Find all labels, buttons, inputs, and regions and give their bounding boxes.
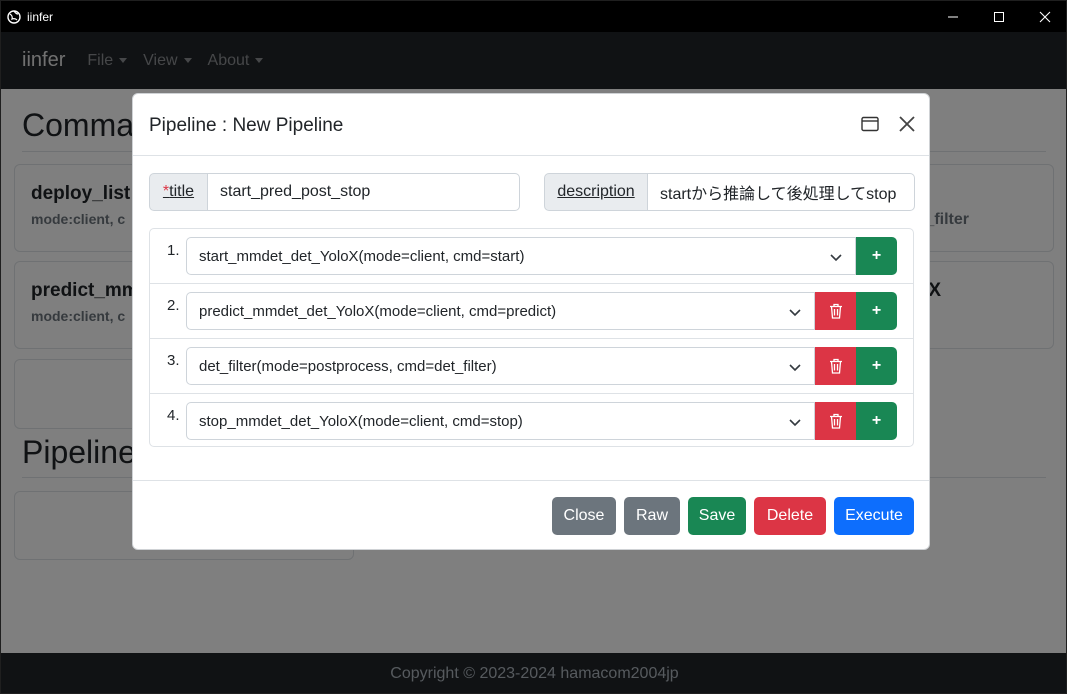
list-item: 2. predict_mmdet_det_YoloX(mode=client, … bbox=[150, 284, 913, 339]
pipeline-step-list: 1. start_mmdet_det_YoloX(mode=client, cm… bbox=[149, 228, 914, 447]
description-label: description bbox=[544, 173, 648, 211]
trash-icon bbox=[829, 413, 842, 429]
add-step-button[interactable]: + bbox=[856, 347, 897, 385]
title-input-group: * title start_pred_post_stop bbox=[149, 173, 520, 211]
app-globe-icon bbox=[7, 9, 21, 24]
modal-header: Pipeline : New Pipeline bbox=[133, 94, 929, 156]
delete-step-button[interactable] bbox=[815, 347, 856, 385]
maximize-window-button[interactable] bbox=[976, 1, 1022, 32]
step-number: 3. bbox=[167, 352, 180, 369]
delete-step-button[interactable] bbox=[815, 402, 856, 440]
delete-button[interactable]: Delete bbox=[754, 497, 826, 535]
window-controls bbox=[930, 1, 1066, 32]
minimize-icon bbox=[948, 16, 958, 17]
title-bar: iinfer bbox=[1, 1, 1066, 32]
chevron-down-icon bbox=[789, 309, 801, 317]
save-button[interactable]: Save bbox=[688, 497, 746, 535]
close-button[interactable]: Close bbox=[552, 497, 616, 535]
chevron-down-icon bbox=[789, 419, 801, 427]
chevron-down-icon bbox=[830, 254, 842, 262]
modal-title: Pipeline : New Pipeline bbox=[149, 115, 344, 136]
step-select-value: predict_mmdet_det_YoloX(mode=client, cmd… bbox=[199, 302, 557, 320]
modal-footer: Close Raw Save Delete Execute bbox=[133, 480, 929, 550]
step-select-value: start_mmdet_det_YoloX(mode=client, cmd=s… bbox=[199, 247, 525, 265]
step-number: 1. bbox=[167, 242, 180, 259]
step-select-value: stop_mmdet_det_YoloX(mode=client, cmd=st… bbox=[199, 412, 523, 430]
step-select[interactable]: stop_mmdet_det_YoloX(mode=client, cmd=st… bbox=[186, 402, 815, 440]
maximize-icon bbox=[994, 11, 1004, 22]
raw-button[interactable]: Raw bbox=[624, 497, 680, 535]
pipeline-modal: Pipeline : New Pipeline * title start_pre… bbox=[132, 93, 930, 550]
minimize-button[interactable] bbox=[930, 1, 976, 32]
step-select[interactable]: start_mmdet_det_YoloX(mode=client, cmd=s… bbox=[186, 237, 856, 275]
step-select[interactable]: predict_mmdet_det_YoloX(mode=client, cmd… bbox=[186, 292, 815, 330]
add-step-button[interactable]: + bbox=[856, 237, 897, 275]
description-input-group: description startから推論して後処理してstop bbox=[544, 173, 915, 211]
list-item: 3. det_filter(mode=postprocess, cmd=det_… bbox=[150, 339, 913, 394]
title-label-text: title bbox=[169, 183, 195, 200]
list-item: 1. start_mmdet_det_YoloX(mode=client, cm… bbox=[150, 229, 913, 284]
title-label: * title bbox=[149, 173, 208, 211]
close-icon[interactable] bbox=[897, 114, 917, 134]
list-item: 4. stop_mmdet_det_YoloX(mode=client, cmd… bbox=[150, 394, 913, 449]
close-window-button[interactable] bbox=[1022, 1, 1066, 32]
chevron-down-icon bbox=[789, 364, 801, 372]
title-input[interactable]: start_pred_post_stop bbox=[208, 173, 520, 211]
add-step-button[interactable]: + bbox=[856, 292, 897, 330]
execute-button[interactable]: Execute bbox=[834, 497, 914, 535]
step-select[interactable]: det_filter(mode=postprocess, cmd=det_fil… bbox=[186, 347, 815, 385]
window-title: iinfer bbox=[27, 9, 54, 24]
trash-icon bbox=[829, 358, 842, 374]
step-number: 2. bbox=[167, 297, 180, 314]
close-icon bbox=[1039, 11, 1051, 22]
delete-step-button[interactable] bbox=[815, 292, 856, 330]
window-maximize-icon[interactable] bbox=[861, 116, 879, 132]
add-step-button[interactable]: + bbox=[856, 402, 897, 440]
step-number: 4. bbox=[167, 407, 180, 424]
modal-backdrop-top bbox=[1, 32, 1066, 89]
step-select-value: det_filter(mode=postprocess, cmd=det_fil… bbox=[199, 357, 497, 375]
trash-icon bbox=[829, 303, 842, 319]
description-input[interactable]: startから推論して後処理してstop bbox=[648, 173, 915, 211]
app-window: iinfer iinfer File View About bbox=[0, 0, 1067, 694]
